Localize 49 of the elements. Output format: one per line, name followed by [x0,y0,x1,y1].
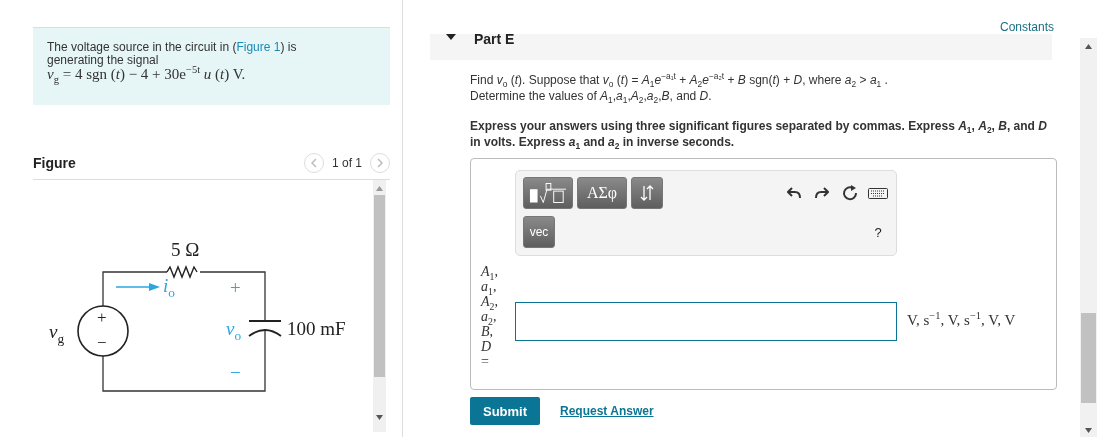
output-voltage-label: v$_{o}$ [226,319,242,339]
constants-link[interactable]: Constants [999,20,1054,34]
minus-sign: − [230,363,241,383]
voltage-source-symbol [77,305,129,357]
problem-text: The voltage source in the circuit in (Figure 1) is generating the signal [47,41,298,67]
capacitor-symbol [248,320,282,337]
submit-button[interactable]: Submit [470,397,540,425]
scrollbar[interactable] [1080,38,1097,437]
question-text: Find v$_{o}$ (t). Suppose that v$_{o}$ (t) = A$_{1}$e$^{−a₁t}$ + A$_{2}$e$^{−a₂t}$ + B sgn(t) + D, where a$_{2}$ > a$_{1}$ . [470,72,889,88]
part-header[interactable]: Part E [430,34,1052,60]
resistor-symbol [166,265,198,279]
help-button[interactable]: ? [874,224,882,240]
plus-sign: + [97,308,107,328]
figure-link[interactable]: Figure 1 [236,40,281,54]
instructions-text: Express your answers using three significant figures separated by commas. Express A$_{1}$, A$_{2}$, B, and D in volts. Express a$_{1}$ and a$_{2}$ in inverse seconds. [470,118,1048,150]
scroll-down-icon[interactable] [376,415,383,420]
figure-heading: Figure [33,155,77,171]
variable-label: B, [481,324,494,339]
scroll-up-icon[interactable] [1085,44,1092,49]
scrollbar-thumb[interactable] [1081,313,1096,403]
units-label: V, s$^{−1}$, V, s$^{−1}$, V, V [906,309,1017,330]
scroll-down-icon[interactable] [1085,428,1092,433]
capacitor-label: 100 mF [287,319,346,339]
vector-button[interactable]: vec [523,216,555,248]
variable-label: a$_{2}$, [481,309,498,324]
current-arrow [115,283,160,291]
scrollbar-thumb[interactable] [374,195,385,377]
variable-label: = [481,354,490,369]
variable-label: D [481,339,493,354]
chevron-left-icon [310,158,317,168]
figure-pager: 1 of 1 [331,156,362,170]
templates-button[interactable] [523,177,573,209]
resistor-label: 5 Ω [171,240,200,260]
question-text: Determine the values of A$_{1}$,a$_{1}$,A$_{2}$,a$_{2}$,B, and D. [470,88,713,104]
minus-sign: − [97,333,107,353]
up-down-arrows-icon [640,185,654,201]
square-root-icon [529,182,567,204]
keyboard-icon[interactable] [867,187,889,199]
arrows-button[interactable] [631,177,663,209]
symbols-button[interactable]: ΑΣφ [577,177,627,209]
chevron-right-icon [377,158,383,168]
answer-field[interactable] [515,302,897,341]
variable-label: a$_{1}$, [481,279,498,294]
variable-label: A$_{2}$, [481,294,499,309]
current-label: i$_{o}$ [163,276,175,296]
plus-sign: + [230,278,241,298]
scrollbar[interactable] [373,180,386,432]
request-answer-link[interactable]: Request Answer [560,404,654,418]
variable-label: A$_{1}$, [481,264,499,279]
